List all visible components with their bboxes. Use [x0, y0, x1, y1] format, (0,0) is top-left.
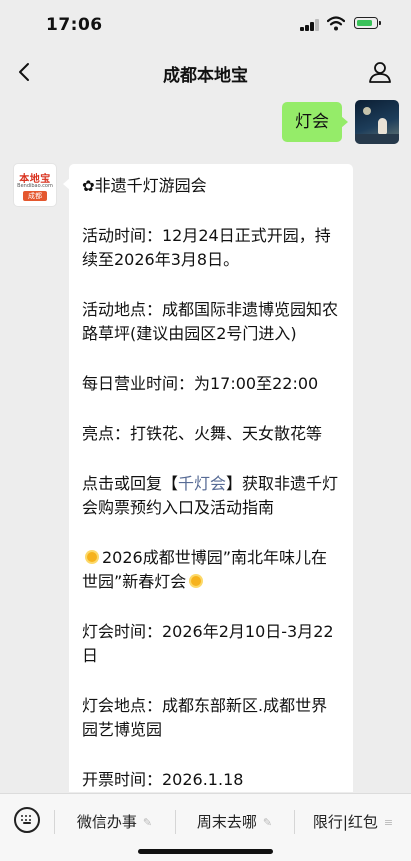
bot-avatar[interactable]: 本地宝 Bendibao.com 成都	[13, 163, 57, 207]
event2-ticket-time: 开票时间：2026.1.18	[82, 770, 244, 789]
pencil-icon: ✎	[142, 816, 153, 829]
pencil-icon: ✎	[262, 816, 273, 829]
message-title: ✿非遗千灯游园会	[82, 176, 207, 195]
menu-item-weekend[interactable]: 周末去哪 ✎	[176, 794, 293, 850]
menu-lines-icon: ≡	[383, 816, 394, 829]
status-time: 17:06	[46, 15, 103, 35]
event-time: 活动时间：12月24日正式开园，持续至2026年3月8日。	[82, 226, 331, 269]
keyboard-icon[interactable]	[14, 807, 40, 833]
bottom-menu-bar: 微信办事 ✎ 周末去哪 ✎ 限行|红包 ≡	[0, 793, 411, 861]
home-indicator	[138, 849, 273, 854]
logo-city-text: 成都	[23, 191, 47, 201]
cellular-signal-icon	[300, 19, 320, 31]
user-message-bubble[interactable]: 灯会	[282, 102, 348, 142]
battery-charging-icon	[354, 17, 381, 29]
menu-item-traffic-redpacket[interactable]: 限行|红包 ≡	[295, 794, 411, 850]
wifi-icon	[327, 16, 345, 31]
event2-time: 灯会时间：2026年2月10日-3月22日	[82, 622, 334, 665]
logo-sub-text: Bendibao.com	[17, 183, 53, 189]
bot-message-bubble: ✿非遗千灯游园会 活动时间：12月24日正式开园，持续至2026年3月8日。 活…	[63, 164, 353, 792]
chat-area[interactable]: 灯会 本地宝 Bendibao.com 成都 ✿非遗千灯游园会 活动时间：12月…	[0, 96, 411, 792]
status-bar: 17:06	[0, 0, 411, 48]
event-highlights: 亮点：打铁花、火舞、天女散花等	[82, 424, 323, 443]
menu-item-wechat-services[interactable]: 微信办事 ✎	[55, 794, 174, 850]
event-hours: 每日营业时间：为17:00至22:00	[82, 374, 319, 393]
profile-icon[interactable]	[367, 59, 393, 85]
sun-icon	[83, 548, 101, 566]
flower-icon: ✿	[82, 177, 95, 195]
page-title: 成都本地宝	[163, 66, 248, 86]
event2-title: 2026成都世博园”南北年味儿在世园”新春灯会	[82, 548, 328, 591]
sun-icon	[187, 572, 205, 590]
event2-location: 灯会地点：成都东部新区.成都世界园艺博览园	[82, 696, 328, 739]
reply-instruction: 点击或回复【千灯会】获取非遗千灯会购票预约入口及活动指南	[82, 474, 339, 517]
user-avatar[interactable]	[355, 100, 399, 144]
keyword-link[interactable]: 千灯会	[178, 474, 226, 493]
navigation-bar: 成都本地宝	[0, 48, 411, 96]
event-location: 活动地点：成都国际非遗博览园知农路草坪(建议由园区2号门进入)	[82, 300, 339, 343]
